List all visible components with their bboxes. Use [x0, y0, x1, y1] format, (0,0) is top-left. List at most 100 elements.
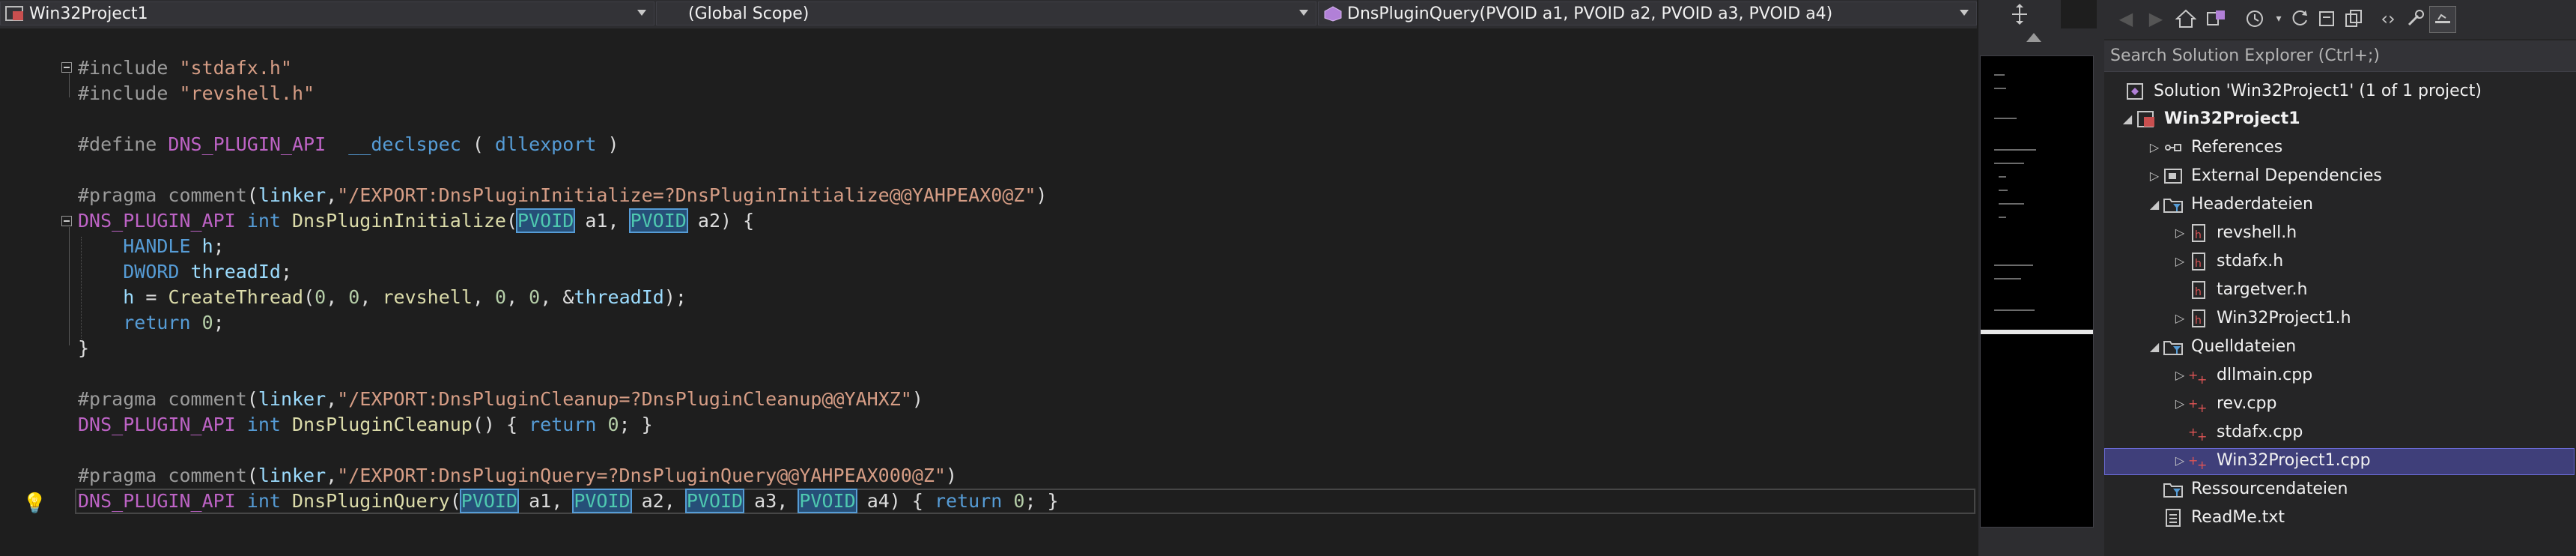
filter-folder-icon	[2163, 337, 2184, 357]
collapsed-icon[interactable]: ▷	[2172, 390, 2188, 417]
svg-text:+: +	[2197, 372, 2207, 385]
minimap-line	[1994, 278, 2021, 279]
tree-item-ressourcendateien[interactable]: Ressourcendateien	[2146, 476, 2348, 503]
minimap[interactable]	[1980, 55, 2094, 528]
svg-text:+: +	[2197, 401, 2207, 414]
minimap-line	[1994, 309, 2035, 311]
show-all-files-icon[interactable]	[2341, 6, 2366, 31]
code-line-9: DWORD threadId;	[123, 261, 293, 282]
code-line-11: return 0;	[123, 312, 225, 333]
filter-folder-icon	[2163, 195, 2184, 214]
svg-text:h: h	[2195, 258, 2202, 270]
svg-text:h: h	[2195, 286, 2202, 298]
code-line-1: #include "stdafx.h"	[78, 57, 292, 79]
collapsed-icon[interactable]: ▷	[2172, 447, 2188, 474]
cpp-file-icon: + +	[2188, 366, 2209, 387]
collapsed-icon[interactable]: ▷	[2146, 163, 2163, 190]
cpp-file-icon: + +	[2188, 451, 2209, 472]
member-dropdown-label: DnsPluginQuery(PVOID a1, PVOID a2, PVOID…	[1347, 4, 1833, 23]
tree-item-targetver-h[interactable]: h targetver.h	[2172, 277, 2307, 303]
code-editor[interactable]: #include "stdafx.h" #include "revshell.h…	[0, 28, 1977, 556]
tree-project-label: Win32Project1	[2164, 109, 2300, 128]
history-icon[interactable]	[2242, 6, 2267, 31]
text-file-icon	[2163, 508, 2184, 528]
tree-item-quelldateien[interactable]: ◢ Quelldateien	[2146, 333, 2296, 360]
scroll-up-icon[interactable]	[2026, 33, 2041, 42]
chevron-down-icon[interactable]	[637, 10, 646, 16]
switch-views-icon[interactable]	[2203, 6, 2229, 31]
tree-item-stdafx-cpp[interactable]: + + stdafx.cpp	[2172, 419, 2303, 446]
minimap-line	[1999, 176, 2006, 178]
minimap-line	[1999, 203, 2024, 205]
tree-item-rev-cpp[interactable]: ▷ + + rev.cpp	[2172, 390, 2277, 417]
cpp-file-icon: + +	[2188, 394, 2209, 415]
tree-item-win32project1-cpp[interactable]: ▷ + + Win32Project1.cpp	[2172, 447, 2371, 474]
home-icon[interactable]	[2173, 6, 2199, 31]
tree-item-references[interactable]: ▷ References	[2146, 134, 2282, 161]
project-dropdown[interactable]: Win32Project1	[0, 1, 654, 25]
tree-solution[interactable]: Solution 'Win32Project1' (1 of 1 project…	[2125, 78, 2482, 105]
project-dropdown-label: Win32Project1	[29, 4, 148, 23]
solution-icon	[2125, 82, 2146, 101]
code-line-10: h = CreateThread(0, 0, revshell, 0, 0, &…	[123, 286, 687, 308]
tree-item-readme-txt[interactable]: ReadMe.txt	[2146, 504, 2285, 531]
member-dropdown[interactable]: DnsPluginQuery(PVOID a1, PVOID a2, PVOID…	[1318, 1, 1977, 25]
header-file-icon: h	[2188, 223, 2209, 243]
minimap-line	[1994, 149, 2036, 151]
minimap-line	[1994, 74, 2005, 76]
expanded-icon[interactable]: ◢	[2119, 106, 2136, 133]
tree-item-dllmain-cpp[interactable]: ▷ + + dllmain.cpp	[2172, 362, 2312, 389]
chevron-down-icon[interactable]	[1299, 10, 1308, 16]
expanded-icon[interactable]: ◢	[2146, 191, 2163, 218]
tree-item-headerdateien[interactable]: ◢ Headerdateien	[2146, 191, 2313, 218]
code-line-17: #pragma comment(linker,"/EXPORT:DnsPlugi…	[78, 465, 958, 486]
code-view-icon[interactable]: ‹›	[2375, 6, 2401, 31]
references-icon	[2163, 138, 2184, 157]
properties-icon[interactable]	[2402, 6, 2428, 31]
svg-text:+: +	[2197, 429, 2207, 442]
panel-splitter[interactable]	[2097, 0, 2104, 556]
refresh-icon[interactable]	[2287, 6, 2312, 31]
tree-item-win32project1-h[interactable]: ▷ h Win32Project1.h	[2172, 305, 2351, 332]
back-icon[interactable]: ◀	[2113, 6, 2139, 31]
split-icon	[2012, 4, 2027, 25]
minimap-line	[1994, 265, 2033, 266]
chevron-down-icon[interactable]	[1960, 10, 1969, 16]
external-dependencies-icon	[2163, 166, 2184, 186]
expanded-icon[interactable]: ◢	[2146, 333, 2163, 360]
collapsed-icon[interactable]: ▷	[2172, 362, 2188, 389]
cpp-file-icon: + +	[2188, 423, 2209, 444]
preview-selected-items-icon[interactable]	[2429, 6, 2456, 33]
solution-explorer-search-input[interactable]: Search Solution Explorer (Ctrl+;)	[2104, 40, 2576, 72]
collapsed-icon[interactable]: ▷	[2172, 248, 2188, 275]
code-line-6: #pragma comment(linker,"/EXPORT:DnsPlugi…	[78, 184, 1048, 206]
collapsed-icon[interactable]: ▷	[2172, 220, 2188, 247]
tree-project[interactable]: ◢ Win32Project1	[2119, 106, 2300, 133]
collapsed-icon[interactable]: ▷	[2172, 305, 2188, 332]
code-line-14: #pragma comment(linker,"/EXPORT:DnsPlugi…	[78, 388, 923, 410]
solution-explorer-toolbar: ◀ ▶ ▾ ‹›	[2104, 0, 2576, 39]
minimap-viewport[interactable]	[1981, 330, 2093, 334]
collapse-all-icon[interactable]	[2314, 6, 2339, 31]
scope-dropdown-label: (Global Scope)	[688, 4, 809, 23]
tree-item-stdafx-h[interactable]: ▷ h stdafx.h	[2172, 248, 2283, 275]
minimap-line	[1994, 88, 2006, 89]
editor-navigation-bar: Win32Project1 (Global Scope) DnsPluginQu…	[0, 0, 1977, 28]
header-file-icon: h	[2188, 309, 2209, 328]
lightbulb-icon[interactable]: 💡	[22, 492, 46, 515]
scope-dropdown[interactable]: (Global Scope)	[656, 1, 1316, 25]
fold-guide	[69, 227, 70, 345]
collapsed-icon[interactable]: ▷	[2146, 134, 2163, 161]
tree-item-external-dependencies[interactable]: ▷ External Dependencies	[2146, 163, 2382, 190]
svg-text:h: h	[2195, 229, 2202, 241]
forward-icon[interactable]: ▶	[2143, 6, 2169, 31]
tree-item-revshell-h[interactable]: ▷ h revshell.h	[2172, 220, 2297, 247]
svg-text:+: +	[2197, 458, 2207, 471]
collapse-icon[interactable]	[61, 62, 72, 73]
collapse-icon[interactable]	[61, 216, 72, 226]
header-file-icon: h	[2188, 280, 2209, 300]
code-line-4: #define DNS_PLUGIN_API __declspec ( dlle…	[78, 133, 619, 155]
split-window-button[interactable]	[1978, 0, 2061, 28]
filter-folder-icon	[2163, 480, 2184, 499]
minimap-line	[1994, 163, 2024, 164]
